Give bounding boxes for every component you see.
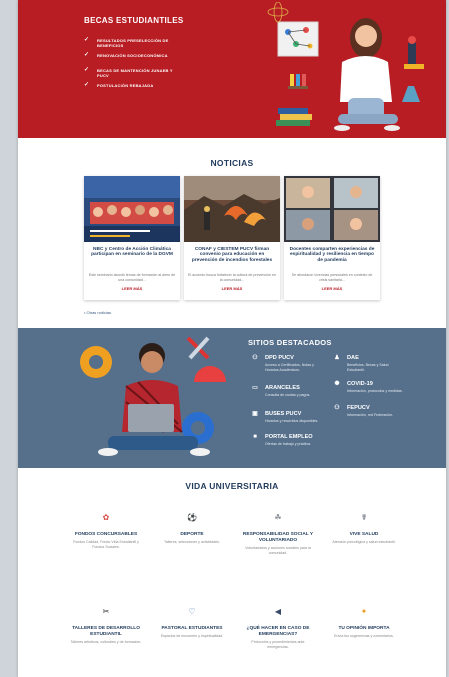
site-link-fepucv[interactable]: ⚇ FEPUCV Información, red Federación.: [332, 404, 407, 418]
football-icon: ⚽: [187, 513, 197, 522]
vida-item-fondos[interactable]: ✿ FONDOS CONCURSABLES Fondos Calidad, Fo…: [70, 510, 142, 549]
vida-item-pastoral[interactable]: ♡ PASTORAL ESTUDIANTES Espacios de encue…: [156, 604, 228, 639]
vida-item-opinion[interactable]: ✦ TU OPINIÓN IMPORTA Envía tus sugerenci…: [328, 604, 400, 639]
news-image[interactable]: [184, 176, 280, 242]
site-link-dae[interactable]: ♟ DAE Beneficios, Becas y Salud Estudiant…: [332, 354, 407, 372]
hero-list-item[interactable]: ✓ RENOVACIÓN SOCIOECONÓMICA: [84, 52, 179, 68]
featured-sites-title: SITIOS DESTACADOS: [248, 338, 332, 347]
pastoral-icon: ♡: [188, 607, 196, 616]
hero-list: ✓ RESULTADOS PRESELECCIÓN DE BENEFICIOS ✓…: [84, 37, 179, 98]
site-link-covid[interactable]: ✺ COVID-19 Información, protocolos y medi…: [332, 380, 407, 394]
news-card[interactable]: CONAF y CIESTEM PUCV firman convenio par…: [184, 176, 280, 300]
news-title: NOTICIAS: [210, 158, 254, 168]
site-link-empleo[interactable]: ■ PORTAL EMPLEO Ofertas de trabajo y prác…: [250, 434, 325, 447]
news-image[interactable]: [284, 176, 380, 242]
hero-list-item[interactable]: ✓ POSTULACIÓN REBAJADA: [84, 82, 179, 98]
site-link-buses[interactable]: ▣ BUSES PUCV Horarios y recorridos dispon…: [250, 410, 325, 424]
news-card-desc: El acuerdo busca fortalecer la cultura d…: [188, 273, 276, 282]
check-icon: ✓: [84, 67, 90, 73]
check-icon: ✓: [84, 37, 90, 43]
virus-icon: ✺: [334, 381, 340, 387]
site-link-aranceles[interactable]: ▭ ARANCELES Consulta de cuotas y pagos.: [250, 384, 325, 398]
read-more-link[interactable]: LEER MÁS: [84, 286, 180, 291]
hands-icon: ☘: [274, 513, 282, 522]
other-news-link[interactable]: • Otras noticias: [84, 310, 111, 315]
site-link-dpd[interactable]: ⚇ DPD PUCV Acceso a Certificados, Notas y…: [250, 354, 325, 372]
student-illustration: [267, 2, 424, 131]
vida-item-talleres[interactable]: ✂ TALLERES DE DESARROLLO ESTUDIANTIL Tal…: [70, 604, 142, 645]
check-icon: ✓: [84, 82, 90, 88]
news-card-title[interactable]: CONAF y CIESTEM PUCV firman convenio par…: [188, 247, 276, 263]
read-more-link[interactable]: LEER MÁS: [284, 286, 380, 291]
card-icon: ▭: [252, 385, 258, 391]
news-image[interactable]: [84, 176, 180, 242]
student-life-title: VIDA UNIVERSITARIA: [185, 481, 279, 491]
check-icon: ✓: [84, 52, 90, 58]
vida-item-responsabilidad[interactable]: ☘ RESPONSABILIDAD SOCIAL Y VOLUNTARIADO …: [242, 510, 314, 555]
news-card-title[interactable]: NBC y Centro de Acción Climática partici…: [88, 247, 176, 258]
users-icon: ⚇: [252, 355, 258, 361]
hero-list-item[interactable]: ✓ BECAS DE MANTENCIÓN JUNAEB Y PUCV: [84, 67, 179, 83]
emergency-icon: ◀: [274, 607, 282, 616]
news-card-desc: Se abordaron vivencias personales en con…: [291, 273, 373, 282]
featured-sites-section: SITIOS DESTACADOS ⚇ DPD PUCV Acceso a Cer…: [18, 328, 446, 468]
health-icon: ☤: [361, 513, 367, 522]
trophy-icon: ✿: [102, 513, 110, 522]
page: BECAS ESTUDIANTILES ✓ RESULTADOS PRESELEC…: [18, 0, 446, 677]
vida-item-emergencias[interactable]: ◀ ¿QUÉ HACER EN CASO DE EMERGENCIAS? Pro…: [242, 604, 314, 649]
palette-icon: ✂: [102, 607, 110, 616]
student-laptop-illustration: [80, 336, 226, 456]
vida-item-deporte[interactable]: ⚽ DEPORTE Talleres, selecciones y activi…: [156, 510, 228, 545]
hero-list-item[interactable]: ✓ RESULTADOS PRESELECCIÓN DE BENEFICIOS: [84, 37, 179, 53]
bus-icon: ▣: [252, 411, 258, 417]
read-more-link[interactable]: LEER MÁS: [184, 286, 280, 291]
news-card[interactable]: NBC y Centro de Acción Climática partici…: [84, 176, 180, 300]
user-icon: ♟: [334, 355, 340, 361]
lightbulb-icon: ✦: [360, 607, 368, 616]
news-card[interactable]: Docentes comparten experiencias de espir…: [284, 176, 380, 300]
hero-banner[interactable]: BECAS ESTUDIANTILES ✓ RESULTADOS PRESELEC…: [18, 0, 446, 138]
group-icon: ⚇: [334, 405, 340, 411]
news-card-desc: Este seminario abordó temas de formación…: [88, 273, 176, 282]
news-card-title[interactable]: Docentes comparten experiencias de espir…: [288, 247, 376, 263]
vida-item-salud[interactable]: ☤ VIVE SALUD Atención psicológica y salu…: [328, 510, 400, 545]
hero-title: BECAS ESTUDIANTILES: [84, 16, 184, 25]
briefcase-icon: ■: [253, 434, 257, 440]
